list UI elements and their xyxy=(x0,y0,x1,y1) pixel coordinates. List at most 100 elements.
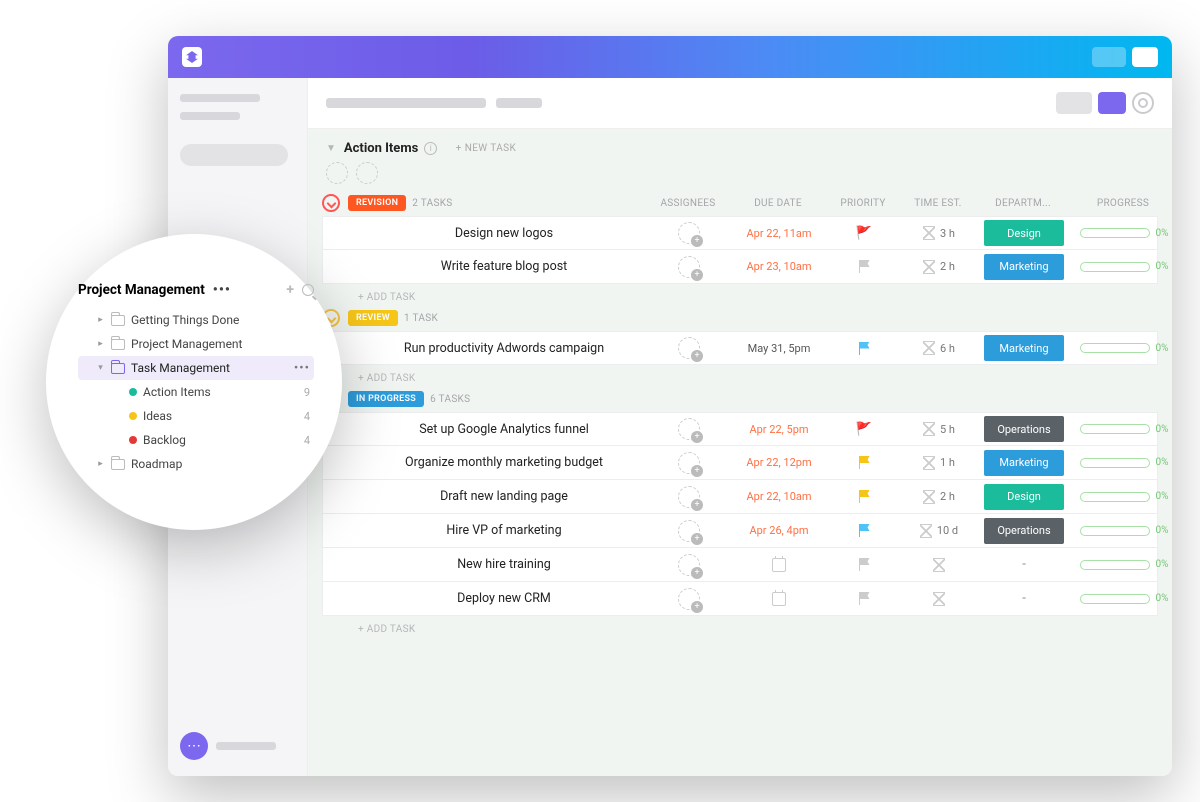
new-task-button[interactable]: + NEW TASK xyxy=(456,143,516,154)
add-task-button[interactable]: + ADD TASK xyxy=(322,284,1158,307)
assignee-add-icon[interactable] xyxy=(678,486,700,508)
priority-flag-icon[interactable] xyxy=(859,490,870,503)
task-row[interactable]: Set up Google Analytics funnel Apr 22, 5… xyxy=(322,412,1158,446)
hourglass-icon[interactable] xyxy=(933,558,945,572)
hourglass-icon[interactable] xyxy=(933,592,945,606)
topbar-button-a[interactable] xyxy=(1092,47,1126,67)
progress-cell[interactable]: 0% xyxy=(1069,228,1172,239)
folder-row[interactable]: ▸Getting Things Done xyxy=(78,308,314,332)
time-estimate[interactable]: 3 h xyxy=(923,226,955,240)
list-row[interactable]: Action Items9 xyxy=(78,380,314,404)
due-date[interactable]: May 31, 5pm xyxy=(748,342,811,355)
due-date[interactable]: Apr 22, 12pm xyxy=(746,456,811,469)
view-toggle-b[interactable] xyxy=(1098,92,1126,114)
dept-tag[interactable]: Operations xyxy=(984,416,1064,442)
priority-flag-icon[interactable]: 🚩 xyxy=(856,422,872,437)
more-icon[interactable]: ••• xyxy=(213,282,231,298)
priority-flag-icon[interactable] xyxy=(859,456,870,469)
progress-cell[interactable]: 0% xyxy=(1069,457,1172,468)
assignee-add-icon[interactable] xyxy=(678,222,700,244)
progress-cell[interactable]: 0% xyxy=(1069,559,1172,570)
folder-row[interactable]: ▸Roadmap xyxy=(78,452,314,476)
task-row[interactable]: Write feature blog post Apr 23, 10am 2 h… xyxy=(322,250,1158,284)
task-name[interactable]: Hire VP of marketing xyxy=(349,523,649,538)
task-row[interactable]: New hire training - 0% xyxy=(322,548,1158,582)
calendar-icon[interactable] xyxy=(772,558,786,572)
task-name[interactable]: Write feature blog post xyxy=(349,259,649,274)
assignee-add-icon[interactable] xyxy=(678,588,700,610)
status-pill[interactable]: REVISION xyxy=(348,195,406,211)
progress-cell[interactable]: 0% xyxy=(1069,491,1172,502)
dept-tag[interactable]: Marketing xyxy=(984,335,1064,361)
sidebar-search[interactable] xyxy=(180,144,288,166)
task-name[interactable]: New hire training xyxy=(349,557,649,572)
add-task-button[interactable]: + ADD TASK xyxy=(322,365,1158,388)
task-row[interactable]: Deploy new CRM - 0% xyxy=(322,582,1158,616)
task-name[interactable]: Run productivity Adwords campaign xyxy=(349,341,649,356)
list-row[interactable]: Ideas4 xyxy=(78,404,314,428)
caret-down-icon[interactable]: ▼ xyxy=(326,143,336,154)
assignee-add-icon[interactable] xyxy=(678,520,700,542)
filter-icon[interactable] xyxy=(326,162,348,184)
add-icon[interactable]: + xyxy=(286,282,294,298)
priority-flag-icon[interactable] xyxy=(859,558,870,571)
list-row[interactable]: Backlog4 xyxy=(78,428,314,452)
priority-flag-icon[interactable] xyxy=(859,524,870,537)
priority-flag-icon[interactable] xyxy=(859,592,870,605)
progress-cell[interactable]: 0% xyxy=(1069,343,1172,354)
due-date[interactable]: Apr 22, 10am xyxy=(746,490,811,503)
time-estimate[interactable]: 5 h xyxy=(923,422,955,436)
task-name[interactable]: Design new logos xyxy=(349,226,649,241)
task-row[interactable]: Draft new landing page Apr 22, 10am 2 h … xyxy=(322,480,1158,514)
folder-row[interactable]: ▸Project Management xyxy=(78,332,314,356)
progress-cell[interactable]: 0% xyxy=(1069,261,1172,272)
due-date[interactable]: Apr 23, 10am xyxy=(746,260,811,273)
calendar-icon[interactable] xyxy=(772,592,786,606)
task-row[interactable]: Hire VP of marketing Apr 26, 4pm 10 d Op… xyxy=(322,514,1158,548)
task-name[interactable]: Deploy new CRM xyxy=(349,591,649,606)
assignee-add-icon[interactable] xyxy=(678,452,700,474)
dept-tag[interactable]: Design xyxy=(984,484,1064,510)
task-row[interactable]: Design new logos Apr 22, 11am 🚩 3 h Desi… xyxy=(322,216,1158,250)
time-estimate[interactable]: 6 h xyxy=(923,341,955,355)
chat-button[interactable]: ⋯ xyxy=(180,732,208,760)
status-pill[interactable]: REVIEW xyxy=(348,310,398,326)
time-estimate[interactable]: 10 d xyxy=(920,524,958,538)
assignee-add-icon[interactable] xyxy=(678,337,700,359)
dept-tag[interactable]: Marketing xyxy=(984,450,1064,476)
info-icon[interactable]: i xyxy=(424,142,437,155)
task-name[interactable]: Set up Google Analytics funnel xyxy=(349,422,649,437)
due-date[interactable]: Apr 26, 4pm xyxy=(749,524,808,537)
folder-row[interactable]: ▾Task Management••• xyxy=(78,356,314,380)
dept-tag[interactable]: Operations xyxy=(984,518,1064,544)
add-assignee-icon[interactable] xyxy=(356,162,378,184)
due-date[interactable]: Apr 22, 5pm xyxy=(749,423,808,436)
assignee-add-icon[interactable] xyxy=(678,418,700,440)
topbar-button-b[interactable] xyxy=(1132,47,1158,67)
status-pill[interactable]: IN PROGRESS xyxy=(348,391,424,407)
time-estimate[interactable]: 2 h xyxy=(923,490,955,504)
task-row[interactable]: Organize monthly marketing budget Apr 22… xyxy=(322,446,1158,480)
time-estimate[interactable]: 1 h xyxy=(923,456,955,470)
progress-cell[interactable]: 0% xyxy=(1069,424,1172,435)
progress-cell[interactable]: 0% xyxy=(1069,525,1172,536)
dept-tag[interactable]: Design xyxy=(984,220,1064,246)
priority-flag-icon[interactable] xyxy=(859,260,870,273)
task-name[interactable]: Draft new landing page xyxy=(349,489,649,504)
search-icon[interactable] xyxy=(302,284,314,296)
assignee-add-icon[interactable] xyxy=(678,554,700,576)
task-name[interactable]: Organize monthly marketing budget xyxy=(349,455,649,470)
priority-flag-icon[interactable] xyxy=(859,342,870,355)
task-row[interactable]: Run productivity Adwords campaign May 31… xyxy=(322,331,1158,365)
group-toggle-icon[interactable] xyxy=(322,194,340,212)
priority-flag-icon[interactable]: 🚩 xyxy=(856,226,872,241)
assignee-add-icon[interactable] xyxy=(678,256,700,278)
settings-icon[interactable] xyxy=(1132,92,1154,114)
progress-cell[interactable]: 0% xyxy=(1069,593,1172,604)
app-logo-icon[interactable] xyxy=(182,47,202,67)
dept-tag[interactable]: Marketing xyxy=(984,254,1064,280)
due-date[interactable]: Apr 22, 11am xyxy=(746,227,811,240)
more-icon[interactable]: ••• xyxy=(294,361,310,376)
view-toggle-a[interactable] xyxy=(1056,92,1092,114)
add-task-button[interactable]: + ADD TASK xyxy=(322,616,1158,639)
